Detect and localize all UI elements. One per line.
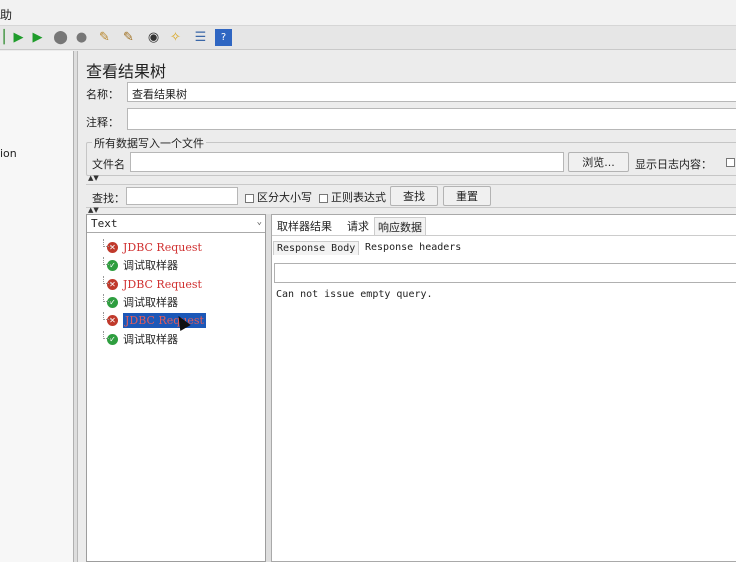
comment-field[interactable] [127,108,736,130]
shutdown-icon[interactable]: ● [73,29,90,46]
file-group-title: 所有数据写入一个文件 [92,135,206,151]
page-title: 查看结果树 [86,62,167,81]
tree-connector [103,312,111,320]
tree-item-label: JDBC Request [123,312,206,328]
log-errors-checkbox[interactable] [726,158,735,167]
collapse-arrow-icon[interactable]: ▲▼ [88,174,99,182]
test-plan-tree: ion [0,51,74,562]
tree-item-label[interactable]: ion [0,147,17,160]
name-value: 查看结果树 [132,88,187,101]
help-icon[interactable]: ? [215,29,232,46]
tree-item[interactable]: ✓ 调试取样器 [99,294,178,310]
browse-button[interactable]: 浏览... [568,152,629,172]
renderer-select[interactable]: Text ⌄ [87,215,265,233]
tab-divider [272,235,736,236]
reset-search-icon[interactable]: ✧ [167,29,184,46]
start-no-pause-icon[interactable]: ▶ [29,29,46,46]
tree-item[interactable]: ✕ JDBC Request [99,239,202,255]
start-icon[interactable]: ▶ [10,29,27,46]
regex-option[interactable]: 正则表达式 [319,189,386,205]
menu-bar: 助 [0,0,736,26]
tab-response-data[interactable]: 响应数据 [374,217,426,236]
regex-label: 正则表达式 [331,191,386,204]
name-field[interactable]: 查看结果树 [127,82,736,102]
search-icon[interactable]: ◉ [145,29,162,46]
response-body-text: Can not issue empty query. [276,289,433,300]
toolbar: ▏ ▶ ▶ ⬤ ● ✎ ✎ ◉ ✧ ☰ ? [0,26,736,50]
find-button[interactable]: 查找 [390,186,438,206]
search-input[interactable] [126,187,238,205]
comment-label: 注释： [86,116,119,129]
search-label: 查找： [92,192,125,205]
tab-response-headers[interactable]: Response headers [362,241,464,254]
tree-item[interactable]: ✓ 调试取样器 [99,331,178,347]
tree-connector [103,276,111,284]
name-label: 名称： [86,88,119,101]
renderer-value: Text [91,217,118,230]
clear-all-icon[interactable]: ✎ [120,29,137,46]
clear-icon[interactable]: ✎ [96,29,113,46]
reset-button[interactable]: 重置 [443,186,491,206]
chevron-down-icon: ⌄ [256,217,262,227]
tree-item[interactable]: ✓ 调试取样器 [99,257,178,273]
case-sensitive-option[interactable]: 区分大小写 [245,189,312,205]
tree-item-label: 调试取样器 [123,259,178,272]
tab-request[interactable]: 请求 [344,217,372,235]
stop-all-icon[interactable]: ⬤ [52,29,69,46]
filename-label: 文件名 [92,158,125,171]
case-sensitive-label: 区分大小写 [257,191,312,204]
tree-item[interactable]: ✕ JDBC Request [99,276,202,292]
result-tree-panel: Text ⌄ ✕ JDBC Request ✓ 调试取样器 ✕ JDBC Request ✓… [86,214,266,562]
function-helper-icon[interactable]: ☰ [192,29,209,46]
tab-sampler-result[interactable]: 取样器结果 [274,217,335,235]
tree-connector [103,294,111,302]
pane-divider[interactable] [74,51,78,562]
tree-item-label: 调试取样器 [123,333,178,346]
tree-item[interactable]: ✕ JDBC Request [99,312,206,328]
response-search-field[interactable] [274,263,736,283]
regex-checkbox[interactable] [319,193,328,203]
result-detail-panel: 取样器结果 请求 响应数据 Response Body Response hea… [271,214,736,562]
tree-connector [103,331,111,339]
collapse-arrow-icon[interactable]: ▲▼ [88,206,99,214]
menu-help[interactable]: 助 [0,6,12,23]
tree-item-label: 调试取样器 [123,296,178,309]
log-content-label: 显示日志内容： [635,158,712,171]
tab-response-body[interactable]: Response Body [273,241,360,255]
tree-item-label: JDBC Request [123,277,202,291]
case-sensitive-checkbox[interactable] [245,193,254,203]
tree-connector [103,257,111,265]
tree-item-label: JDBC Request [123,240,202,254]
tree-connector [103,239,111,247]
filename-input[interactable] [130,152,564,172]
